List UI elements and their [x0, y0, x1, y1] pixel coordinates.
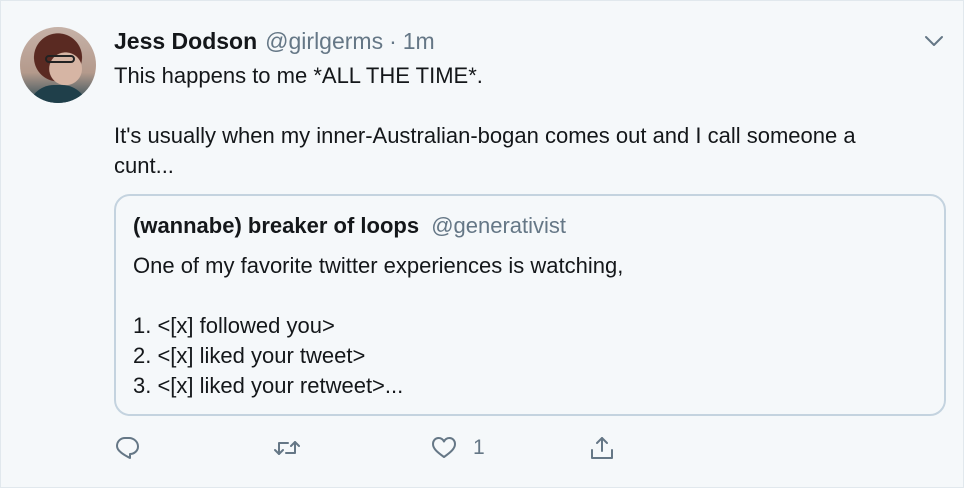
author-handle[interactable]: @girlgerms — [265, 28, 383, 55]
tweet-actions: 1 — [114, 431, 674, 465]
tweet-text: This happens to me *ALL THE TIME*. It's … — [114, 63, 856, 178]
tweet-timestamp[interactable]: 1m — [403, 28, 435, 55]
share-button[interactable] — [589, 431, 615, 465]
quoted-author-name: (wannabe) breaker of loops — [133, 213, 420, 238]
reply-icon — [116, 437, 139, 459]
author-avatar[interactable] — [20, 27, 96, 103]
quoted-author-handle: @generativist — [431, 213, 567, 238]
tweet-card[interactable]: Jess Dodson @girlgerms · 1m This happens… — [0, 0, 964, 488]
quoted-tweet-card[interactable]: (wannabe) breaker of loops @generativist… — [114, 194, 946, 416]
avatar-glasses — [45, 55, 75, 63]
retweet-icon — [274, 441, 300, 455]
header-separator: · — [389, 27, 397, 54]
heart-icon — [432, 437, 456, 458]
reply-button[interactable] — [114, 431, 140, 465]
share-icon — [591, 437, 613, 459]
tweet-header: Jess Dodson @girlgerms · 1m — [114, 23, 435, 59]
quoted-tweet-text: One of my favorite twitter experiences i… — [133, 253, 624, 398]
like-button[interactable]: 1 — [431, 431, 485, 465]
quoted-tweet-header: (wannabe) breaker of loops @generativist — [133, 213, 566, 239]
author-name[interactable]: Jess Dodson — [114, 28, 257, 55]
retweet-button[interactable] — [274, 431, 300, 465]
chevron-down-icon[interactable] — [922, 29, 946, 53]
avatar-shirt — [28, 85, 88, 103]
like-count: 1 — [473, 436, 485, 459]
